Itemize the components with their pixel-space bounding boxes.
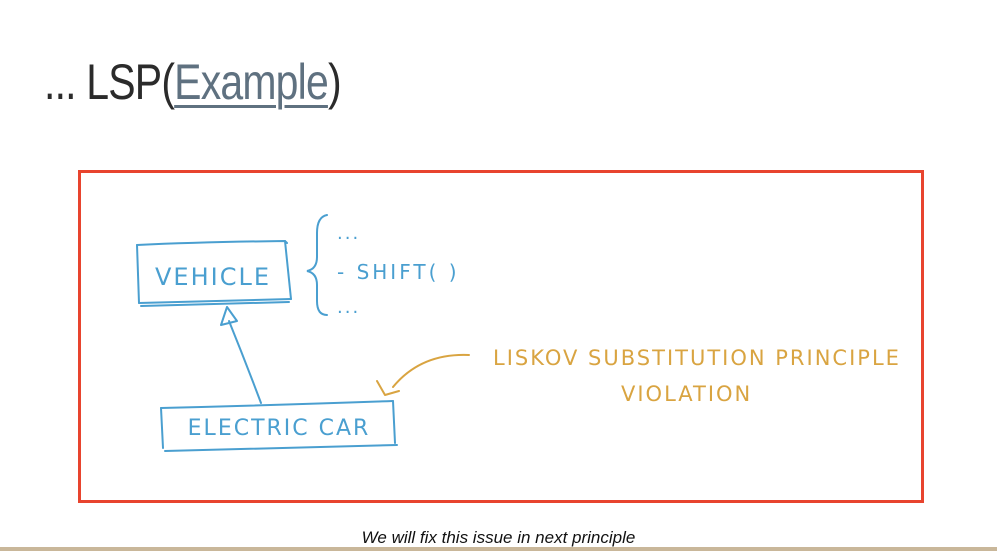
methods-brace <box>306 214 328 316</box>
title-example-link[interactable]: Example <box>174 54 329 110</box>
electric-car-class-label: ELECTRIC CAR <box>188 416 371 441</box>
bottom-strip <box>0 547 997 551</box>
inheritance-arrow <box>220 306 262 404</box>
method-ellipsis-bottom: ... <box>337 297 360 318</box>
slide-title: ... LSP(Example) <box>44 52 342 112</box>
title-suffix: ) <box>327 54 342 110</box>
annotation-principle: LISKOV SUBSTITUTION PRINCIPLE <box>493 346 901 370</box>
uml-diagram: VEHICLE ... - SHIFT( ) ... ELECTRIC CAR … <box>136 214 901 452</box>
video-caption: We will fix this issue in next principle <box>361 528 636 547</box>
title-prefix: ... LSP( <box>44 54 175 110</box>
annotation-arrow <box>376 353 470 396</box>
method-shift: - SHIFT( ) <box>337 260 460 284</box>
method-ellipsis-top: ... <box>337 223 360 244</box>
annotation-violation: VIOLATION <box>621 382 752 406</box>
diagram-frame: VEHICLE ... - SHIFT( ) ... ELECTRIC CAR … <box>78 170 924 503</box>
vehicle-class-label: VEHICLE <box>155 263 271 291</box>
